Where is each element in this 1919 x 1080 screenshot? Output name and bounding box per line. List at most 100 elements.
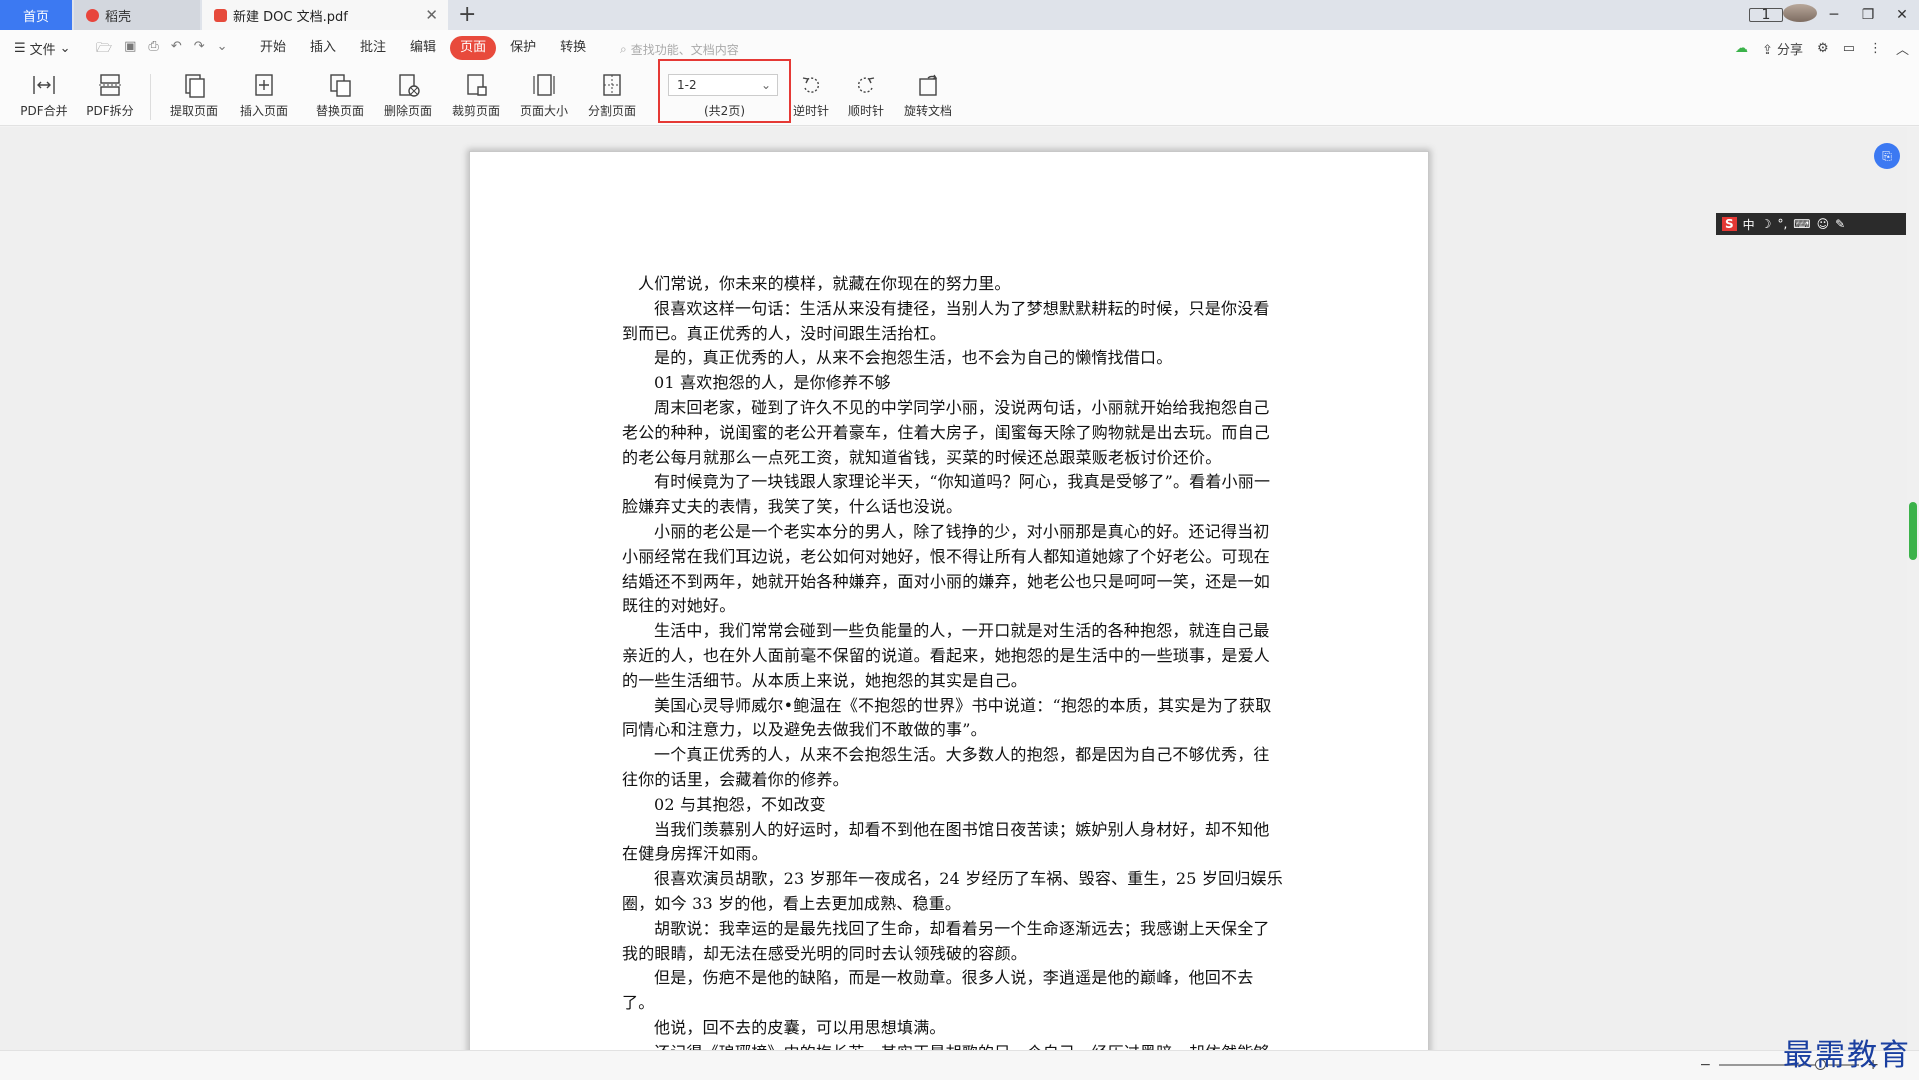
paragraph: 他说，回不去的皮囊，可以用思想填满。 xyxy=(654,1017,946,1037)
chevron-down-icon: ⌄ xyxy=(760,78,771,92)
close-window-button[interactable]: ✕ xyxy=(1885,7,1919,23)
divide-page-button[interactable]: 分割页面 xyxy=(580,70,644,124)
avatar[interactable] xyxy=(1783,4,1817,26)
replace-page-label: 替换页面 xyxy=(315,104,364,118)
paragraph: 很喜欢这样一句话：生活从来没有捷径，当别人为了梦想默默耕耘的时候，只是你没看到而… xyxy=(622,298,1270,343)
open-icon[interactable]: 🗁 xyxy=(96,39,112,61)
page-count-icon[interactable]: 1 xyxy=(1749,7,1783,23)
tab-draw-label: 稻壳 xyxy=(105,9,132,25)
crop-page-icon xyxy=(467,74,487,96)
comment-icon[interactable]: ▭ xyxy=(1843,41,1855,56)
more-icon[interactable]: ⌄ xyxy=(217,39,228,61)
zoom-out-button[interactable]: − xyxy=(1700,1057,1712,1073)
save-icon[interactable]: ▣ xyxy=(124,39,136,61)
settings-icon[interactable]: ⚙ xyxy=(1817,41,1829,56)
new-tab-button[interactable]: + xyxy=(458,2,476,27)
pdf-split-label: PDF拆分 xyxy=(86,104,134,118)
tab-annotate[interactable]: 批注 xyxy=(350,36,396,60)
pdf-icon xyxy=(214,8,227,22)
crop-page-button[interactable]: 裁剪页面 xyxy=(444,70,508,124)
insert-page-label: 插入页面 xyxy=(239,104,288,118)
menu-tabs: 开始 插入 批注 编辑 页面 保护 转换 xyxy=(250,36,600,60)
page-range-select[interactable]: 1-2 ⌄ xyxy=(668,74,778,96)
redo-icon[interactable]: ↷ xyxy=(194,39,205,61)
extract-page-icon xyxy=(185,74,205,98)
share-label: 分享 xyxy=(1777,43,1804,58)
chevron-down-icon: ⌄ xyxy=(59,41,71,56)
sogou-icon: S xyxy=(1722,217,1737,231)
keyboard-icon: ⌨ xyxy=(1793,217,1811,231)
tab-home[interactable]: 首页 xyxy=(0,0,72,30)
insert-page-icon xyxy=(255,74,273,96)
paragraph: 胡歌说：我幸运的是最先找回了生命，却看着另一个生命逐渐远去；我感谢上天保全了我的… xyxy=(622,918,1270,963)
print-icon[interactable]: ⎙ xyxy=(148,39,158,61)
share-button[interactable]: ⇪ 分享 xyxy=(1762,39,1803,58)
rotate-doc-icon xyxy=(919,74,938,96)
window-controls: 1 ─ ❐ ✕ xyxy=(1749,0,1919,30)
moon-icon: ☽ xyxy=(1760,217,1772,231)
insert-page-button[interactable]: 插入页面 xyxy=(232,70,296,124)
paragraph: 美国心灵导师威尔•鲍温在《不抱怨的世界》书中说道：“抱怨的本质，其实是为了获取同… xyxy=(622,695,1272,740)
file-menu-label: 文件 xyxy=(29,43,56,58)
watermark-logo: 最需教育 xyxy=(1783,1038,1911,1073)
rotate-cw-icon xyxy=(857,77,875,93)
ime-toolbar[interactable]: S 中 ☽ °, ⌨ ☺ ✎ xyxy=(1716,213,1906,235)
document-body[interactable]: 人们常说，你未来的模样，就藏在你现在的努力里。 很喜欢这样一句话：生活从来没有捷… xyxy=(622,272,1284,1066)
rotate-ccw-icon xyxy=(802,77,820,93)
tab-protect[interactable]: 保护 xyxy=(500,36,546,60)
undo-icon[interactable]: ↶ xyxy=(171,39,182,61)
search-icon: ⌕ xyxy=(620,42,627,56)
minimize-button[interactable]: ─ xyxy=(1817,7,1851,23)
tab-bar: 首页 稻壳 新建 DOC 文档.pdf ✕ + 1 ─ ❐ ✕ xyxy=(0,0,1919,30)
replace-page-icon xyxy=(330,74,351,97)
search-input[interactable]: ⌕ 查找功能、文档内容 xyxy=(620,41,739,58)
file-menu[interactable]: ☰ 文件 ⌄ xyxy=(14,39,71,58)
tab-insert[interactable]: 插入 xyxy=(300,36,346,60)
delete-page-button[interactable]: 删除页面 xyxy=(376,70,440,124)
pdf-merge-label: PDF合并 xyxy=(20,104,68,118)
page-total-label: (共2页) xyxy=(704,104,745,118)
restore-button[interactable]: ❐ xyxy=(1851,7,1885,23)
tab-page[interactable]: 页面 xyxy=(450,36,497,60)
cloud-sync-icon[interactable]: ☁ xyxy=(1735,41,1748,56)
extract-page-button[interactable]: 提取页面 xyxy=(162,70,226,124)
merge-icon xyxy=(33,76,55,94)
right-tools: ☁ ⇪ 分享 ⚙ ▭ ⋮ ︿ xyxy=(1735,39,1909,58)
tools-icon: ✎ xyxy=(1835,217,1846,231)
divide-page-icon xyxy=(603,74,621,96)
tab-edit[interactable]: 编辑 xyxy=(400,36,446,60)
punct-icon: °, xyxy=(1777,217,1788,231)
statusbar xyxy=(0,1050,1919,1080)
float-tool-icon[interactable]: ⎘ xyxy=(1874,143,1900,169)
rotate-doc-button[interactable]: 旋转文档 xyxy=(896,70,960,124)
paragraph: 有时候竟为了一块钱跟人家理论半天，“你知道吗？阿心，我真是受够了”。看着小丽一脸… xyxy=(622,472,1271,517)
replace-page-button[interactable]: 替换页面 xyxy=(308,70,372,124)
collapse-ribbon-icon[interactable]: ︿ xyxy=(1896,39,1909,58)
crop-page-label: 裁剪页面 xyxy=(451,104,500,118)
rotate-cw-button[interactable]: 顺时针 xyxy=(834,70,898,124)
paragraph: 周末回老家，碰到了许久不见的中学同学小丽，没说两句话，小丽就开始给我抱怨自己老公… xyxy=(622,397,1271,467)
ribbon-separator xyxy=(150,74,151,120)
page-size-button[interactable]: 页面大小 xyxy=(512,70,576,124)
pdf-merge-button[interactable]: PDF合并 xyxy=(12,70,76,124)
hamburger-icon: ☰ xyxy=(14,41,26,56)
close-icon[interactable]: ✕ xyxy=(425,6,438,24)
quick-access: 🗁 ▣ ⎙ ↶ ↷ ⌄ xyxy=(96,39,228,61)
divide-page-label: 分割页面 xyxy=(587,104,636,118)
paragraph: 人们常说，你未来的模样，就藏在你现在的努力里。 xyxy=(638,274,1011,293)
tab-start[interactable]: 开始 xyxy=(250,36,296,60)
page-range-value: 1-2 xyxy=(677,78,697,92)
rotate-ccw-label: 逆时针 xyxy=(792,104,829,118)
vertical-scrollbar[interactable] xyxy=(1907,127,1919,1050)
tab-home-label: 首页 xyxy=(22,9,49,25)
scroll-thumb[interactable] xyxy=(1909,502,1917,560)
delete-page-icon xyxy=(399,74,420,97)
paragraph: 很喜欢演员胡歌，23 岁那年一夜成名，24 岁经历了车祸、毁容、重生，25 岁回… xyxy=(622,869,1283,913)
section-heading: 02 与其抱怨，不如改变 xyxy=(654,794,826,814)
rotate-doc-label: 旋转文档 xyxy=(903,104,952,118)
tab-document[interactable]: 新建 DOC 文档.pdf ✕ xyxy=(202,0,448,30)
tab-convert[interactable]: 转换 xyxy=(550,36,596,60)
tab-draw[interactable]: 稻壳 xyxy=(74,0,200,30)
more-options-icon[interactable]: ⋮ xyxy=(1869,41,1882,56)
pdf-split-button[interactable]: PDF拆分 xyxy=(78,70,142,124)
